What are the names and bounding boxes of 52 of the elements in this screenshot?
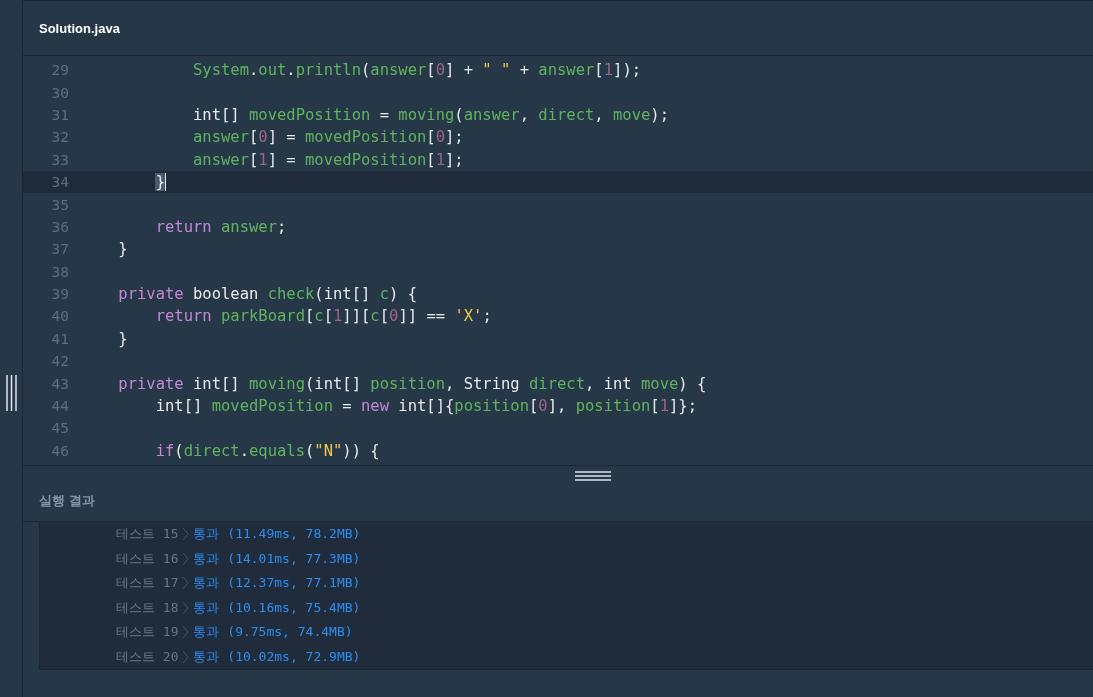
line-number: 38 [50, 263, 69, 280]
line-number: 41 [50, 330, 69, 347]
panel-title: 실행 결과 [39, 493, 96, 510]
test-label: 테스트 16 [116, 549, 179, 568]
test-result: 통과 (12.37ms, 77.1MB) [193, 574, 361, 593]
line-number: 44 [50, 398, 69, 415]
chevron-icon [182, 527, 190, 542]
code-line: answer[0] = movedPosition[0]; [191, 128, 464, 147]
test-result: 통과 (11.49ms, 78.2MB) [193, 525, 361, 544]
file-tab[interactable]: Solution.java [39, 20, 120, 36]
line-number: 42 [50, 353, 69, 370]
code-line: return parkBoard[c[1]][c[0]] == 'X'; [154, 307, 492, 326]
code-line: answer[1] = movedPosition[1]; [191, 150, 464, 169]
line-number: 39 [50, 286, 69, 303]
code-line: int[] movedPosition = moving(answer, direct, move); [191, 105, 669, 124]
code-line: if(direct.equals("N")) { [154, 441, 380, 460]
code-line: private boolean check(int[] c) { [117, 285, 417, 304]
line-number: 34 [50, 174, 69, 191]
line-number: 33 [50, 151, 69, 168]
line-number: 35 [50, 196, 69, 213]
test-label: 테스트 19 [116, 623, 179, 642]
line-number: 40 [50, 308, 69, 325]
line-number: 43 [50, 375, 69, 392]
test-label: 테스트 18 [116, 598, 179, 617]
test-label: 테스트 17 [116, 574, 179, 593]
code-line: System.out.println(answer[0] + " " + answer[1]); [191, 61, 642, 80]
test-label: 테스트 20 [116, 647, 179, 666]
line-number: 45 [50, 420, 69, 437]
line-number: 36 [50, 218, 69, 235]
code-line: int[] movedPosition = new int[]{position[0], position[1]}; [154, 397, 697, 416]
test-label: 테스트 15 [116, 525, 179, 544]
test-result: 통과 (14.01ms, 77.3MB) [193, 549, 361, 568]
test-result: 통과 (10.02ms, 72.9MB) [193, 647, 361, 666]
line-number: 29 [50, 62, 69, 79]
test-result: 통과 (10.16ms, 75.4MB) [193, 598, 361, 617]
line-number: 46 [50, 442, 69, 459]
chevron-icon [182, 600, 190, 615]
line-number: 30 [50, 84, 69, 101]
resize-handle-icon[interactable] [5, 374, 17, 411]
line-number: 32 [50, 129, 69, 146]
resize-handle-icon[interactable] [575, 471, 611, 481]
code-line: private int[] moving(int[] position, String direct, int move) { [117, 374, 707, 393]
line-number: 37 [50, 241, 69, 258]
code-line: } [117, 240, 128, 259]
test-result: 통과 (9.75ms, 74.4MB) [193, 623, 353, 642]
chevron-icon [182, 551, 190, 566]
code-line: return answer; [154, 217, 287, 236]
chevron-icon [182, 649, 190, 664]
chevron-icon [182, 625, 190, 640]
code-line: } [117, 329, 128, 348]
line-number: 31 [50, 106, 69, 123]
chevron-icon [182, 576, 190, 591]
